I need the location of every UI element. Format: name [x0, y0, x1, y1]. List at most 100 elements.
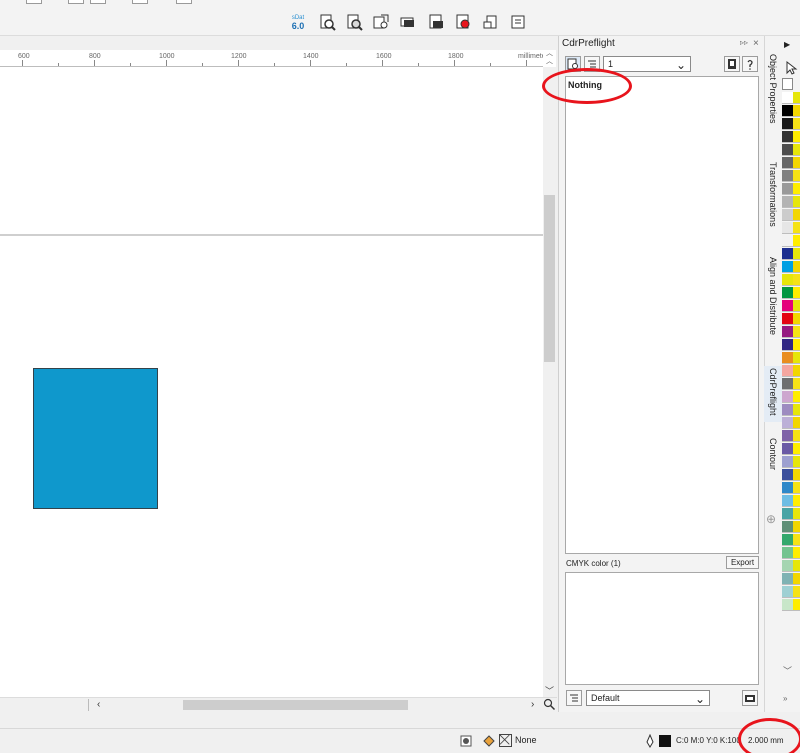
palette-swatch[interactable] — [782, 131, 793, 143]
palette-swatch[interactable] — [782, 105, 793, 117]
docker-collapse-icon[interactable]: ▹▹ — [740, 38, 748, 47]
palette-swatch-secondary[interactable] — [793, 352, 800, 364]
color-proof-icon[interactable] — [460, 735, 472, 747]
palette-swatch[interactable] — [782, 586, 793, 598]
palette-swatch[interactable] — [782, 300, 793, 312]
no-color-swatch[interactable] — [782, 78, 793, 90]
tab-object-properties[interactable]: Object Properties — [764, 52, 782, 142]
palette-swatch-secondary[interactable] — [793, 378, 800, 390]
palette-swatch[interactable] — [782, 456, 793, 468]
issues-list-panel[interactable] — [565, 76, 759, 554]
chevron-up-icon-2[interactable]: ︿ — [546, 58, 553, 66]
palette-swatch-secondary[interactable] — [793, 443, 800, 455]
palette-swatch-secondary[interactable] — [793, 222, 800, 234]
palette-swatch-secondary[interactable] — [793, 313, 800, 325]
preflight-icon-3[interactable] — [371, 12, 391, 32]
profile-settings-button[interactable] — [566, 690, 582, 706]
palette-swatch[interactable] — [782, 157, 793, 169]
palette-swatch-secondary[interactable] — [793, 482, 800, 494]
palette-swatch[interactable] — [782, 560, 793, 572]
palette-swatch[interactable] — [782, 118, 793, 130]
docker-close-icon[interactable]: × — [753, 38, 759, 49]
palette-swatch-secondary[interactable] — [793, 170, 800, 182]
palette-swatch[interactable] — [782, 261, 793, 273]
top-control-3[interactable] — [90, 0, 106, 4]
palette-swatch[interactable] — [782, 326, 793, 338]
page-select[interactable]: 1 ⌄ — [603, 56, 691, 72]
palette-swatch-secondary[interactable] — [793, 404, 800, 416]
palette-swatch-secondary[interactable] — [793, 521, 800, 533]
top-control-1[interactable] — [26, 0, 42, 4]
blue-rectangle-shape[interactable] — [33, 368, 158, 509]
outline-color-swatch[interactable] — [659, 735, 671, 747]
palette-swatch-secondary[interactable] — [793, 261, 800, 273]
palette-swatch[interactable] — [782, 404, 793, 416]
fill-bucket-icon[interactable] — [482, 734, 496, 748]
palette-swatch[interactable] — [782, 430, 793, 442]
palette-swatch[interactable] — [782, 144, 793, 156]
palette-scroll-down-icon[interactable]: ﹀ — [783, 664, 792, 677]
palette-swatch[interactable] — [782, 495, 793, 507]
palette-swatch-secondary[interactable] — [793, 300, 800, 312]
tab-contour[interactable]: Contour — [764, 436, 782, 488]
palette-swatch-secondary[interactable] — [793, 508, 800, 520]
palette-swatch-secondary[interactable] — [793, 118, 800, 130]
palette-swatch-secondary[interactable] — [793, 248, 800, 260]
scroll-right-arrow-icon[interactable]: › — [531, 699, 534, 710]
profile-select[interactable]: Default ⌄ — [586, 690, 710, 706]
scroll-up-arrows[interactable]: ︿ ︿ — [543, 50, 556, 67]
palette-swatch-secondary[interactable] — [793, 391, 800, 403]
palette-swatch-secondary[interactable] — [793, 599, 800, 611]
palette-swatch[interactable] — [782, 508, 793, 520]
pen-nib-icon[interactable] — [645, 733, 655, 748]
palette-swatch-secondary[interactable] — [793, 209, 800, 221]
preflight-icon-2[interactable] — [344, 12, 364, 32]
top-control-4[interactable] — [132, 0, 148, 4]
zoom-icon[interactable] — [543, 698, 556, 711]
palette-swatch[interactable] — [782, 365, 793, 377]
palette-swatch-secondary[interactable] — [793, 430, 800, 442]
palette-swatch-secondary[interactable] — [793, 456, 800, 468]
palette-swatch-secondary[interactable] — [793, 586, 800, 598]
palette-swatch[interactable] — [782, 170, 793, 182]
palette-swatch-secondary[interactable] — [793, 417, 800, 429]
top-control-2[interactable] — [68, 0, 84, 4]
scroll-left-arrow-icon[interactable]: ‹ — [97, 699, 100, 710]
preflight-icon-6[interactable] — [453, 12, 473, 32]
chevron-down-icon[interactable]: ﹀ — [545, 684, 554, 697]
palette-swatch[interactable] — [782, 209, 793, 221]
add-docker-icon[interactable]: ⊕ — [766, 512, 776, 526]
palette-swatch-secondary[interactable] — [793, 92, 800, 104]
help-button[interactable] — [742, 56, 758, 72]
palette-swatch-secondary[interactable] — [793, 365, 800, 377]
horizontal-ruler[interactable]: 600 800 1000 1200 1400 1600 1800 millime… — [0, 50, 555, 67]
palette-swatch[interactable] — [782, 573, 793, 585]
preflight-icon-4[interactable] — [398, 12, 418, 32]
palette-swatch[interactable] — [782, 469, 793, 481]
palette-swatch-secondary[interactable] — [793, 287, 800, 299]
preflight-icon-8[interactable] — [508, 12, 528, 32]
palette-arrow-icon[interactable] — [783, 60, 799, 76]
palette-swatch[interactable] — [782, 417, 793, 429]
palette-swatch[interactable] — [782, 378, 793, 390]
palette-swatch-secondary[interactable] — [793, 339, 800, 351]
top-control-5[interactable] — [176, 0, 192, 4]
palette-swatch[interactable] — [782, 482, 793, 494]
palette-swatch[interactable] — [782, 313, 793, 325]
palette-swatch-secondary[interactable] — [793, 144, 800, 156]
export-button[interactable]: Export — [726, 556, 759, 569]
palette-swatch[interactable] — [782, 547, 793, 559]
palette-swatch-secondary[interactable] — [793, 183, 800, 195]
palette-swatch-secondary[interactable] — [793, 495, 800, 507]
palette-swatch[interactable] — [782, 521, 793, 533]
horizontal-scroll-thumb[interactable] — [183, 700, 408, 710]
palette-swatch-secondary[interactable] — [793, 326, 800, 338]
palette-swatch-secondary[interactable] — [793, 235, 800, 247]
palette-expand-icon[interactable]: » — [783, 694, 787, 703]
vertical-scrollbar[interactable] — [543, 67, 556, 697]
palette-swatch[interactable] — [782, 222, 793, 234]
chevron-up-icon[interactable]: ︿ — [546, 50, 553, 58]
palette-swatch[interactable] — [782, 274, 793, 286]
palette-swatch-secondary[interactable] — [793, 534, 800, 546]
palette-swatch-secondary[interactable] — [793, 105, 800, 117]
